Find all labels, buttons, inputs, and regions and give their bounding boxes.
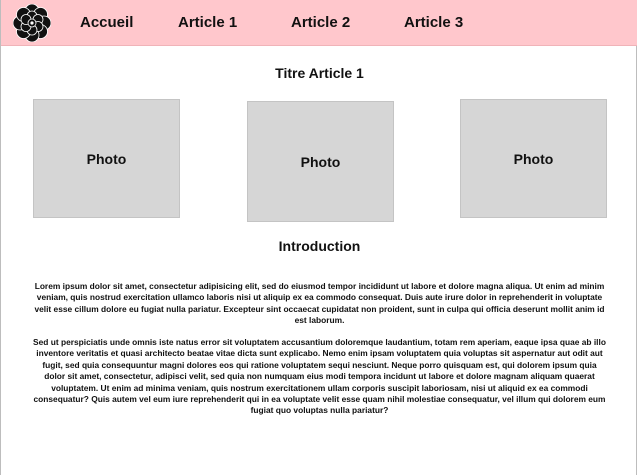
nav-item-accueil[interactable]: Accueil: [80, 14, 133, 31]
intro-heading: Introduction: [278, 238, 361, 254]
nav-item-article-1[interactable]: Article 1: [178, 14, 237, 31]
photo-label: Photo: [86, 150, 127, 167]
photo-placeholder-2: Photo: [247, 101, 394, 222]
intro-paragraph-2: Sed ut perspiciatis unde omnis iste natu…: [33, 337, 606, 416]
nav-item-article-3[interactable]: Article 3: [404, 14, 463, 31]
photo-placeholder-3: Photo: [460, 99, 607, 218]
page-title: Titre Article 1: [275, 65, 364, 81]
photo-label: Photo: [513, 150, 554, 167]
photo-label: Photo: [300, 153, 341, 170]
page: Accueil Article 1 Article 2 Article 3 Ti…: [0, 0, 637, 475]
intro-paragraph-1: Lorem ipsum dolor sit amet, consectetur …: [34, 281, 605, 326]
photo-placeholder-1: Photo: [33, 99, 180, 218]
flower-icon[interactable]: [12, 3, 52, 43]
navbar: Accueil Article 1 Article 2 Article 3: [1, 0, 637, 46]
nav-item-article-2[interactable]: Article 2: [291, 14, 350, 31]
